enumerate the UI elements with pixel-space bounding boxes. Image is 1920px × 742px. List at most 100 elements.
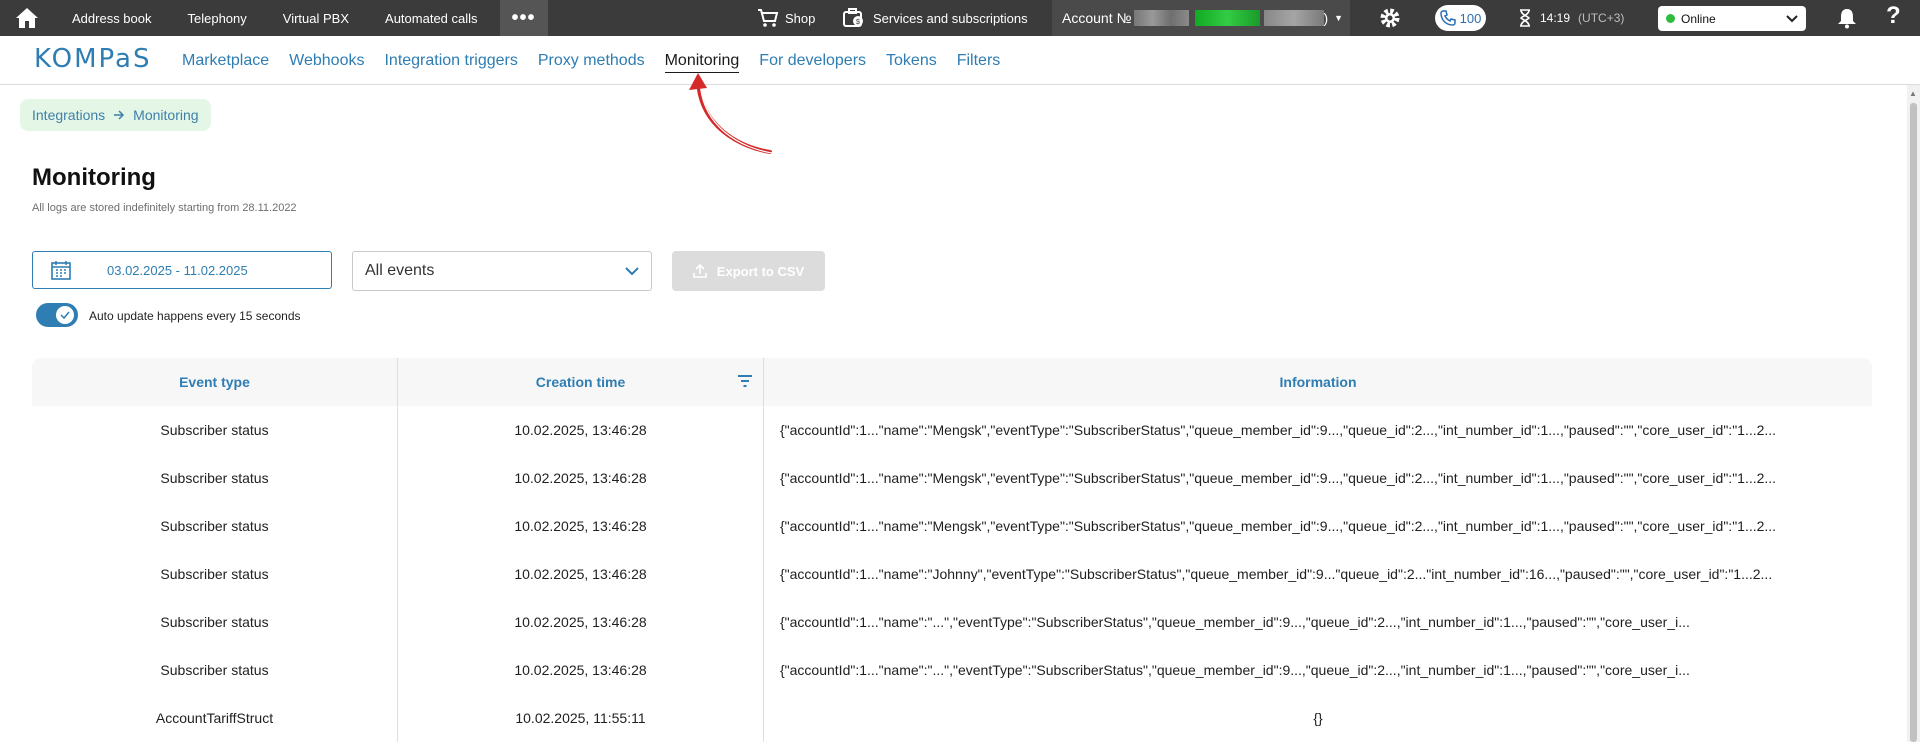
shop-label: Shop xyxy=(785,10,816,26)
filter-icon[interactable] xyxy=(737,374,753,388)
timezone: (UTC+3) xyxy=(1578,11,1625,25)
chevron-down-icon xyxy=(625,266,639,275)
check-icon xyxy=(60,311,70,319)
information-cell[interactable]: {} xyxy=(764,694,1872,742)
column-header-information: Information xyxy=(1279,374,1357,390)
account-selector[interactable]: Account № ) ▼ xyxy=(1052,0,1350,36)
caret-down-icon: ▼ xyxy=(1334,13,1344,23)
table-row[interactable]: Subscriber status 10.02.2025, 13:46:28 {"a… xyxy=(32,406,1872,454)
bell-icon[interactable] xyxy=(1836,7,1858,32)
calendar-icon xyxy=(51,261,71,280)
date-range-picker[interactable]: 03.02.2025 - 11.02.2025 xyxy=(32,251,332,289)
auto-update-toggle[interactable] xyxy=(36,303,78,327)
topbar-link-address-book[interactable]: Address book xyxy=(54,0,170,36)
creation-time-cell: 10.02.2025, 11:55:11 xyxy=(398,694,764,742)
creation-time-cell: 10.02.2025, 13:46:28 xyxy=(398,406,764,454)
redacted-block xyxy=(1194,10,1260,26)
page-scrollbar[interactable]: ▲ xyxy=(1907,85,1920,742)
event-type-cell: Subscriber status xyxy=(32,646,398,694)
table-row[interactable]: Subscriber status 10.02.2025, 13:46:28 {"a… xyxy=(32,598,1872,646)
event-type-cell: AccountTariffStruct xyxy=(32,694,398,742)
nav-item-tokens[interactable]: Tokens xyxy=(886,52,937,70)
help-icon[interactable]: ? xyxy=(1886,2,1901,30)
upload-icon xyxy=(692,264,707,278)
nav-items: Marketplace Webhooks Integration trigger… xyxy=(182,36,1020,85)
event-type-cell: Subscriber status xyxy=(32,454,398,502)
creation-time-cell: 10.02.2025, 13:46:28 xyxy=(398,646,764,694)
events-select-value: All events xyxy=(365,262,435,279)
calls-counter[interactable]: 100 xyxy=(1435,5,1486,31)
table-row[interactable]: Subscriber status 10.02.2025, 13:46:28 {"a… xyxy=(32,550,1872,598)
nav-item-webhooks[interactable]: Webhooks xyxy=(289,52,364,70)
scroll-up-icon[interactable]: ▲ xyxy=(1909,89,1917,98)
information-cell[interactable]: {"accountId":1..."name":"...","eventType… xyxy=(764,646,1872,694)
home-icon[interactable] xyxy=(0,0,54,36)
breadcrumb-integrations[interactable]: Integrations xyxy=(32,107,105,123)
column-header-label: Creation time xyxy=(535,374,626,390)
column-header-creation-time[interactable]: Creation time xyxy=(398,358,764,406)
nav-item-filters[interactable]: Filters xyxy=(957,52,1001,70)
nav-item-marketplace[interactable]: Marketplace xyxy=(182,52,269,70)
column-header-event-type[interactable]: Event type xyxy=(32,358,398,406)
table-row[interactable]: Subscriber status 10.02.2025, 13:46:28 {"a… xyxy=(32,454,1872,502)
arrow-right-icon xyxy=(114,110,125,120)
table-row[interactable]: Subscriber status 10.02.2025, 13:46:28 {"a… xyxy=(32,646,1872,694)
top-bar: Address book Telephony Virtual PBX Autom… xyxy=(0,0,1920,36)
table-row[interactable]: AccountTariffStruct 10.02.2025, 11:55:11 {… xyxy=(32,694,1872,742)
event-type-cell: Subscriber status xyxy=(32,502,398,550)
information-cell[interactable]: {"accountId":1..."name":"...","eventType… xyxy=(764,598,1872,646)
auto-update-label: Auto update happens every 15 seconds xyxy=(89,309,301,323)
status-value: Online xyxy=(1681,11,1716,26)
information-cell[interactable]: {"accountId":1..."name":"Mengsk","eventT… xyxy=(764,502,1872,550)
status-select[interactable]: Online xyxy=(1658,6,1806,31)
gear-icon[interactable] xyxy=(1378,6,1402,33)
table-body: Subscriber status 10.02.2025, 13:46:28 {"a… xyxy=(32,406,1872,742)
topbar-link-telephony[interactable]: Telephony xyxy=(170,0,265,36)
creation-time-cell: 10.02.2025, 13:46:28 xyxy=(398,598,764,646)
toggle-knob xyxy=(56,306,74,324)
creation-time-cell: 10.02.2025, 13:46:28 xyxy=(398,502,764,550)
topbar-link-virtual-pbx[interactable]: Virtual PBX xyxy=(265,0,367,36)
scrollbar-thumb[interactable] xyxy=(1910,103,1917,742)
event-type-cell: Subscriber status xyxy=(32,598,398,646)
more-menu-button[interactable]: ••• xyxy=(499,0,548,36)
export-csv-button[interactable]: Export to CSV xyxy=(672,251,825,291)
information-cell[interactable]: {"accountId":1..."name":"Johnny","eventT… xyxy=(764,550,1872,598)
annotation-arrow xyxy=(689,73,773,154)
redacted-block xyxy=(1133,10,1189,26)
information-text: {"accountId":1..."name":"...","eventType… xyxy=(780,614,1690,630)
kompas-logo[interactable]: KOMPaS xyxy=(34,44,151,74)
nav-item-for-developers[interactable]: For developers xyxy=(759,52,866,70)
topbar-link-automated-calls[interactable]: Automated calls xyxy=(367,0,496,36)
nav-item-proxy-methods[interactable]: Proxy methods xyxy=(538,52,645,70)
date-range-value: 03.02.2025 - 11.02.2025 xyxy=(107,262,248,278)
nav-item-integration-triggers[interactable]: Integration triggers xyxy=(384,52,517,70)
services-link[interactable]: $ Services and subscriptions xyxy=(843,0,1028,36)
information-text: {"accountId":1..."name":"Johnny","eventT… xyxy=(780,566,1773,582)
breadcrumb-monitoring: Monitoring xyxy=(133,107,199,123)
page-subtitle: All logs are stored indefinitely startin… xyxy=(32,202,297,214)
information-text: {"accountId":1..."name":"...","eventType… xyxy=(780,662,1690,678)
hourglass-icon xyxy=(1520,9,1530,27)
information-cell[interactable]: {"accountId":1..."name":"Mengsk","eventT… xyxy=(764,406,1872,454)
main-nav: KOMPaS Marketplace Webhooks Integration … xyxy=(0,36,1920,85)
nav-item-monitoring[interactable]: Monitoring xyxy=(664,52,739,73)
information-text: {"accountId":1..."name":"Mengsk","eventT… xyxy=(780,518,1777,534)
creation-time-cell: 10.02.2025, 13:46:28 xyxy=(398,550,764,598)
creation-time-cell: 10.02.2025, 13:46:28 xyxy=(398,454,764,502)
events-table: Event type Creation time Information Sub… xyxy=(32,358,1872,742)
cart-icon xyxy=(758,9,779,27)
services-label: Services and subscriptions xyxy=(873,10,1028,26)
page-title: Monitoring xyxy=(32,164,156,191)
svg-text:$: $ xyxy=(856,19,860,26)
shop-link[interactable]: Shop xyxy=(757,0,815,36)
table-header: Event type Creation time Information xyxy=(32,358,1872,406)
information-cell[interactable]: {"accountId":1..."name":"Mengsk","eventT… xyxy=(764,454,1872,502)
table-row[interactable]: Subscriber status 10.02.2025, 13:46:28 {"a… xyxy=(32,502,1872,550)
events-select[interactable]: All events xyxy=(352,251,652,291)
time-value: 14:19 xyxy=(1540,11,1571,25)
export-csv-label: Export to CSV xyxy=(716,263,805,279)
event-type-cell: Subscriber status xyxy=(32,550,398,598)
information-text: {} xyxy=(1313,710,1323,726)
clock: 14:19 (UTC+3) xyxy=(1518,0,1624,36)
